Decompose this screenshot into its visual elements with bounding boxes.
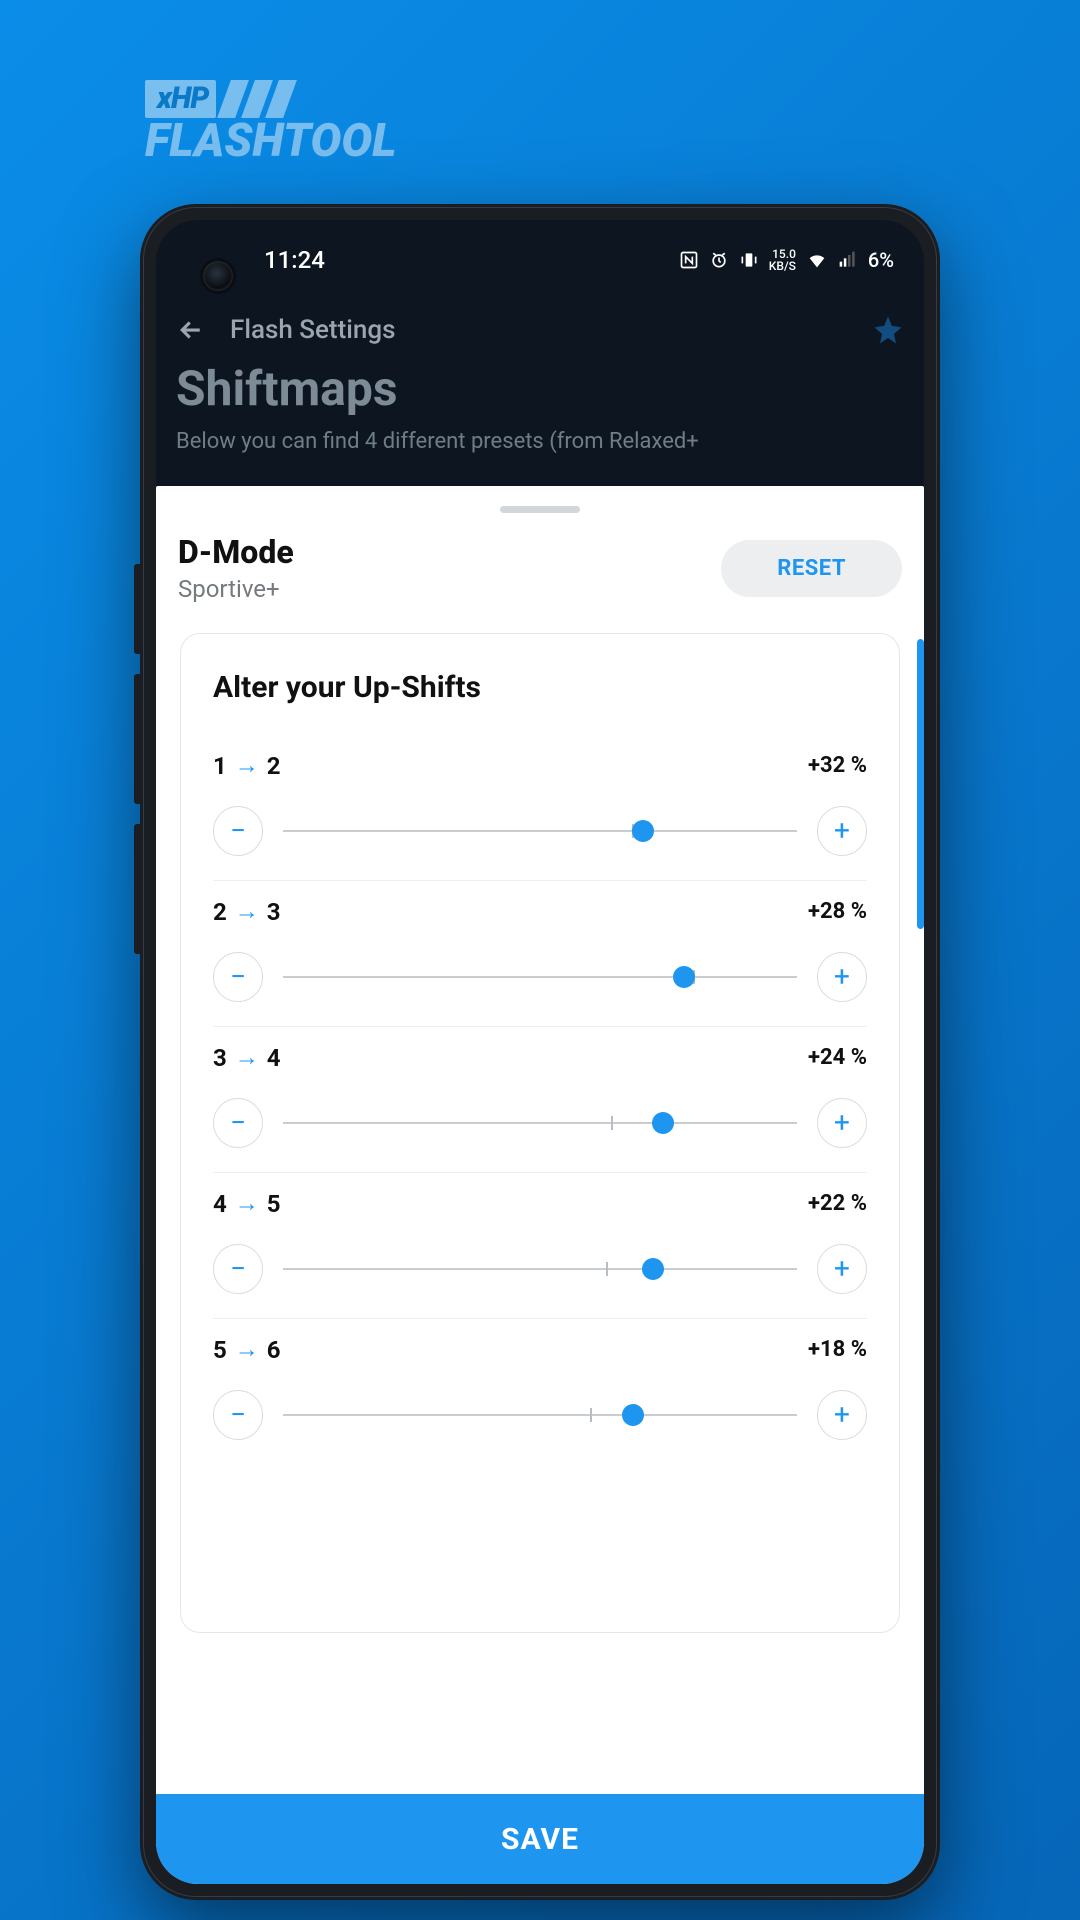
screen: 11:24 15.0 KB/S 6% Flash Settings [156,220,924,1884]
shift-row: 4 → 5 +22 % − + [213,1173,867,1319]
arrow-right-icon: → [235,1189,259,1218]
percent-value: +22 % [808,1191,867,1216]
card-title: Alter your Up-Shifts [213,670,867,705]
sheet-header: D-Mode Sportive+ RESET [156,531,924,633]
bottom-sheet: D-Mode Sportive+ RESET Alter your Up-Shi… [156,486,924,1884]
mode-title: D-Mode [178,533,294,571]
nfc-icon [679,250,699,270]
status-bar: 11:24 15.0 KB/S 6% [156,220,924,300]
brand-flashtool: FLASHTOOL [145,114,396,168]
slider[interactable] [283,1403,797,1427]
slider[interactable] [283,1111,797,1135]
percent-value: +18 % [808,1337,867,1362]
minus-button[interactable]: − [213,1244,263,1294]
save-button[interactable]: SAVE [156,1794,924,1884]
gear-label: 4 → 5 [213,1189,281,1218]
arrow-right-icon: → [235,751,259,780]
plus-button[interactable]: + [817,1390,867,1440]
phone-frame: 11:24 15.0 KB/S 6% Flash Settings [140,204,940,1900]
gear-label: 5 → 6 [213,1335,281,1364]
brand-bars-icon [217,80,297,118]
reset-button[interactable]: RESET [721,540,902,597]
minus-button[interactable]: − [213,952,263,1002]
camera-hole [200,258,236,294]
back-arrow-icon[interactable] [176,315,206,345]
percent-value: +28 % [808,899,867,924]
brand-logo: xHP FLASHTOOL [145,80,396,168]
wifi-icon [806,249,828,271]
slider[interactable] [283,1257,797,1281]
data-speed: 15.0 KB/S [769,248,796,272]
star-icon[interactable] [872,314,904,346]
scrollbar[interactable] [917,639,924,929]
percent-value: +24 % [808,1045,867,1070]
gear-label: 1 → 2 [213,751,281,780]
minus-button[interactable]: − [213,806,263,856]
status-right: 15.0 KB/S 6% [679,248,894,272]
arrow-right-icon: → [235,1335,259,1364]
shift-row: 2 → 3 +28 % − + [213,881,867,1027]
gear-label: 2 → 3 [213,897,281,926]
slider[interactable] [283,819,797,843]
arrow-right-icon: → [235,1043,259,1072]
alarm-icon [709,250,729,270]
status-time: 11:24 [264,246,325,274]
page-title: Shiftmaps [156,360,924,427]
drag-handle[interactable] [500,506,580,513]
brand-xhp: xHP [145,80,216,118]
gear-label: 3 → 4 [213,1043,281,1072]
battery-percent: 6% [868,248,894,272]
shift-row: 5 → 6 +18 % − + [213,1319,867,1464]
appbar-title: Flash Settings [230,315,848,345]
slider[interactable] [283,965,797,989]
mode-subtitle: Sportive+ [178,575,294,603]
shift-row: 3 → 4 +24 % − + [213,1027,867,1173]
scroll-area[interactable]: Alter your Up-Shifts 1 → 2 +32 % − + 2 → [156,633,924,1794]
percent-value: +32 % [808,753,867,778]
minus-button[interactable]: − [213,1098,263,1148]
plus-button[interactable]: + [817,1098,867,1148]
signal-icon [838,250,858,270]
page-subtitle: Below you can find 4 different presets (… [156,427,924,469]
app-bar: Flash Settings [156,300,924,360]
plus-button[interactable]: + [817,952,867,1002]
shift-row: 1 → 2 +32 % − + [213,735,867,881]
plus-button[interactable]: + [817,806,867,856]
arrow-right-icon: → [235,897,259,926]
plus-button[interactable]: + [817,1244,867,1294]
upshifts-card: Alter your Up-Shifts 1 → 2 +32 % − + 2 → [180,633,900,1633]
vibrate-icon [739,250,759,270]
minus-button[interactable]: − [213,1390,263,1440]
